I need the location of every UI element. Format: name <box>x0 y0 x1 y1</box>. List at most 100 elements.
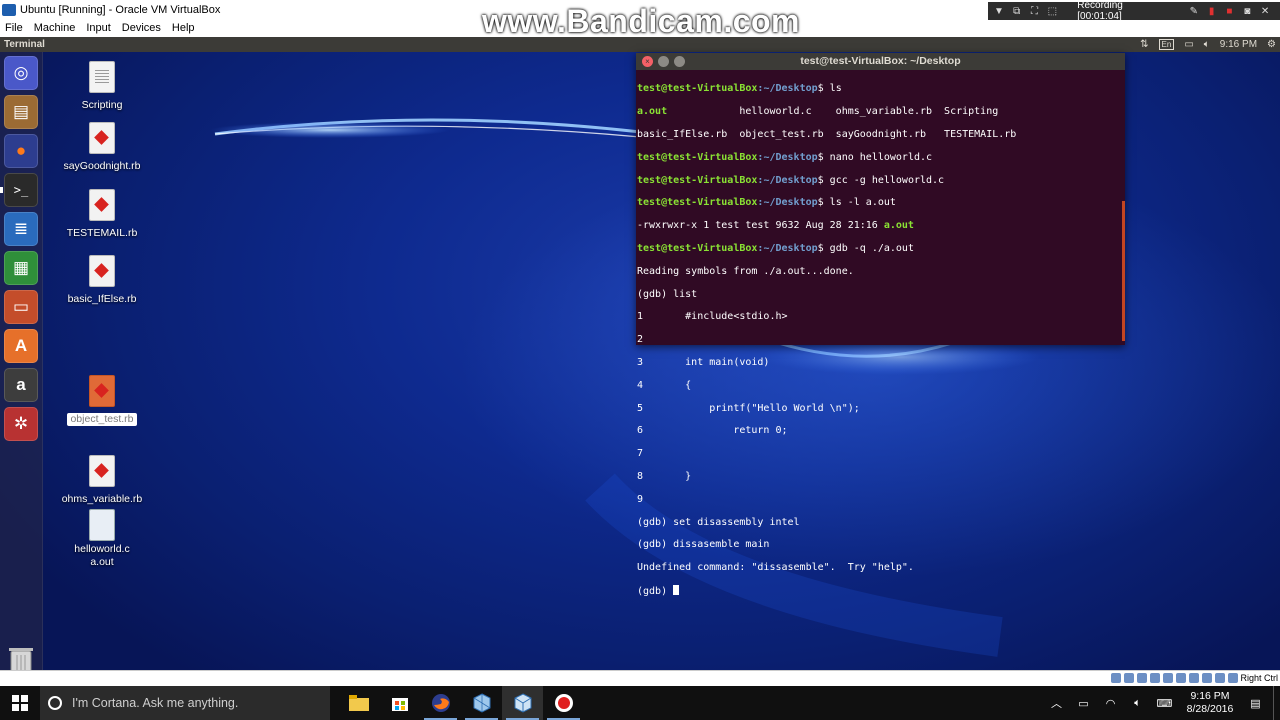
close-icon[interactable]: ✕ <box>1258 5 1272 17</box>
terminal-line: (gdb) dissasemble main <box>637 539 770 551</box>
terminal-scrollbar[interactable] <box>1122 201 1125 341</box>
desktop-icon-label: TESTEMAIL.rb <box>66 227 138 239</box>
desktop-icon-label: ohms_variable.rb <box>61 493 143 505</box>
menu-machine[interactable]: Machine <box>29 22 82 34</box>
optical-drive-icon[interactable] <box>1124 673 1134 683</box>
system-tray: ︿ ▭ ◠ 🔈︎ ⌨ 9:16 PM 8/28/2016 ▤ <box>1043 686 1280 720</box>
chevron-up-icon[interactable]: ︿ <box>1043 695 1070 711</box>
terminal-icon[interactable]: >_ <box>0 173 38 207</box>
wifi-icon[interactable]: ◠ <box>1097 697 1124 710</box>
keyboard-icon[interactable]: ⌨ <box>1151 697 1178 710</box>
label-aout: a.out <box>90 556 114 568</box>
system-settings-icon[interactable]: ✲ <box>4 407 38 441</box>
desktop-icon-testemail[interactable]: TESTEMAIL.rb <box>57 189 147 240</box>
menu-help[interactable]: Help <box>167 22 201 34</box>
firefox-taskbar-icon[interactable] <box>420 686 461 720</box>
cortana-search-box[interactable]: I'm Cortana. Ask me anything. <box>40 686 330 720</box>
source-file-icon <box>89 509 115 541</box>
virtualbox-status-bar: Right Ctrl <box>0 670 1280 686</box>
menu-devices[interactable]: Devices <box>117 22 167 34</box>
ruby-file-icon <box>89 122 115 154</box>
recording-icon[interactable] <box>1202 673 1212 683</box>
terminal-line: basic_IfElse.rb object_test.rb sayGoodni… <box>637 129 1017 140</box>
transfer-arrows-icon[interactable]: ⇅ <box>1140 39 1148 50</box>
clock-date: 8/28/2016 <box>1186 703 1234 715</box>
menu-file[interactable]: File <box>0 22 29 34</box>
terminal-prompt-line: (gdb) <box>637 584 1125 597</box>
terminal-window[interactable]: × test@test-VirtualBox: ~/Desktop test@t… <box>636 53 1125 597</box>
gear-icon[interactable]: ⚙ <box>1267 39 1276 50</box>
writer-icon[interactable]: ≣ <box>4 212 38 246</box>
terminal-line: 7 <box>637 448 644 460</box>
ubuntu-desktop: Terminal ⇅ En ▭ 🔈︎ 9:16 PM ⚙ ◎ ▤ ● >_ ≣ … <box>0 37 1280 670</box>
windows-taskbar: I'm Cortana. Ask me anything. ︿ ▭ ◠ 🔈︎ ⌨… <box>0 686 1280 720</box>
virtualbox-vm-taskbar-icon[interactable] <box>502 686 543 720</box>
file-explorer-taskbar-icon[interactable] <box>338 686 379 720</box>
terminal-line: Undefined command: "dissasemble". Try "h… <box>637 562 914 574</box>
desktop-icon-scripting[interactable]: Scripting <box>57 61 147 112</box>
terminal-title: test@test-VirtualBox: ~/Desktop <box>800 55 961 67</box>
battery-icon[interactable]: ▭ <box>1184 39 1193 50</box>
impress-icon[interactable]: ▭ <box>4 290 38 324</box>
display-icon[interactable] <box>1189 673 1199 683</box>
indicator-area: ⇅ En ▭ 🔈︎ 9:16 PM ⚙ <box>1140 37 1276 52</box>
terminal-line: 4 { <box>637 379 692 391</box>
desktop-icon-ohms-variable[interactable]: ohms_variable.rb <box>57 455 147 506</box>
cortana-icon <box>48 696 62 710</box>
ruby-file-icon <box>89 455 115 487</box>
camera-icon[interactable]: ◙ <box>1240 5 1254 17</box>
terminal-line: Reading symbols from ./a.out...done. <box>637 265 854 277</box>
cpu-icon[interactable] <box>1215 673 1225 683</box>
desktop-icon-helloworld-aout[interactable]: helloworld.c a.out <box>57 509 147 569</box>
desktop-icon-label: helloworld.c a.out <box>74 543 129 569</box>
usb-icon[interactable] <box>1163 673 1173 683</box>
network-icon[interactable] <box>1150 673 1160 683</box>
hard-disk-icon[interactable] <box>1111 673 1121 683</box>
ubuntu-dash-icon[interactable]: ◎ <box>4 56 38 90</box>
show-desktop-button[interactable] <box>1273 686 1280 720</box>
window-mode-icon[interactable]: ⧉ <box>1010 5 1024 17</box>
device-status-icons <box>1111 673 1238 683</box>
bandicam-taskbar-icon[interactable] <box>543 686 584 720</box>
files-icon[interactable]: ▤ <box>4 95 38 129</box>
amazon-icon[interactable]: a <box>4 368 38 402</box>
battery-icon[interactable]: ▭ <box>1070 697 1097 710</box>
stop-icon[interactable]: ■ <box>1223 5 1237 17</box>
host-key-label: Right Ctrl <box>1240 673 1278 683</box>
volume-icon[interactable]: 🔈︎ <box>1204 39 1210 50</box>
terminal-line: 6 return 0; <box>637 425 788 437</box>
menu-input[interactable]: Input <box>81 22 116 34</box>
shared-folders-icon[interactable] <box>1176 673 1186 683</box>
store-taskbar-icon[interactable] <box>379 686 420 720</box>
region-icon[interactable]: ⬚ <box>1045 5 1059 17</box>
firefox-icon[interactable]: ● <box>4 134 38 168</box>
keyboard-layout-indicator[interactable]: En <box>1158 39 1175 50</box>
windows-start-button[interactable] <box>0 686 40 720</box>
notifications-icon[interactable]: ▤ <box>1242 697 1269 710</box>
clock[interactable]: 9:16 PM <box>1220 39 1257 50</box>
terminal-line: 5 printf("Hello World \n"); <box>637 402 860 414</box>
audio-icon[interactable] <box>1137 673 1147 683</box>
desktop-icon-object-test[interactable]: object_test.rb <box>57 375 147 426</box>
terminal-line: 8 } <box>637 470 692 482</box>
trash-icon[interactable] <box>4 643 38 670</box>
desktop-icon-label-selected: object_test.rb <box>67 413 137 426</box>
pause-icon[interactable]: ▮ <box>1205 5 1219 17</box>
desktop-icon-saygoodnight[interactable]: sayGoodnight.rb <box>57 122 147 173</box>
software-center-icon[interactable]: A <box>4 329 38 363</box>
terminal-title-bar[interactable]: × test@test-VirtualBox: ~/Desktop <box>636 53 1125 70</box>
volume-icon[interactable]: 🔈︎ <box>1124 697 1151 710</box>
fullscreen-icon[interactable]: ⛶ <box>1028 5 1042 17</box>
pencil-icon[interactable]: ✎ <box>1187 5 1201 17</box>
dropdown-icon[interactable]: ▼ <box>992 5 1006 17</box>
label-helloworld: helloworld.c <box>74 543 130 555</box>
terminal-line: 2 <box>637 334 644 346</box>
taskbar-clock[interactable]: 9:16 PM 8/28/2016 <box>1178 690 1242 716</box>
mouse-integration-icon[interactable] <box>1228 673 1238 683</box>
ruby-file-icon <box>89 255 115 287</box>
desktop-icon-basic-ifelse[interactable]: basic_IfElse.rb <box>57 255 147 306</box>
ruby-file-icon <box>89 189 115 221</box>
virtualbox-manager-taskbar-icon[interactable] <box>461 686 502 720</box>
calc-icon[interactable]: ▦ <box>4 251 38 285</box>
terminal-output[interactable]: test@test-VirtualBox:~/Desktop$ ls a.out… <box>636 70 1125 619</box>
